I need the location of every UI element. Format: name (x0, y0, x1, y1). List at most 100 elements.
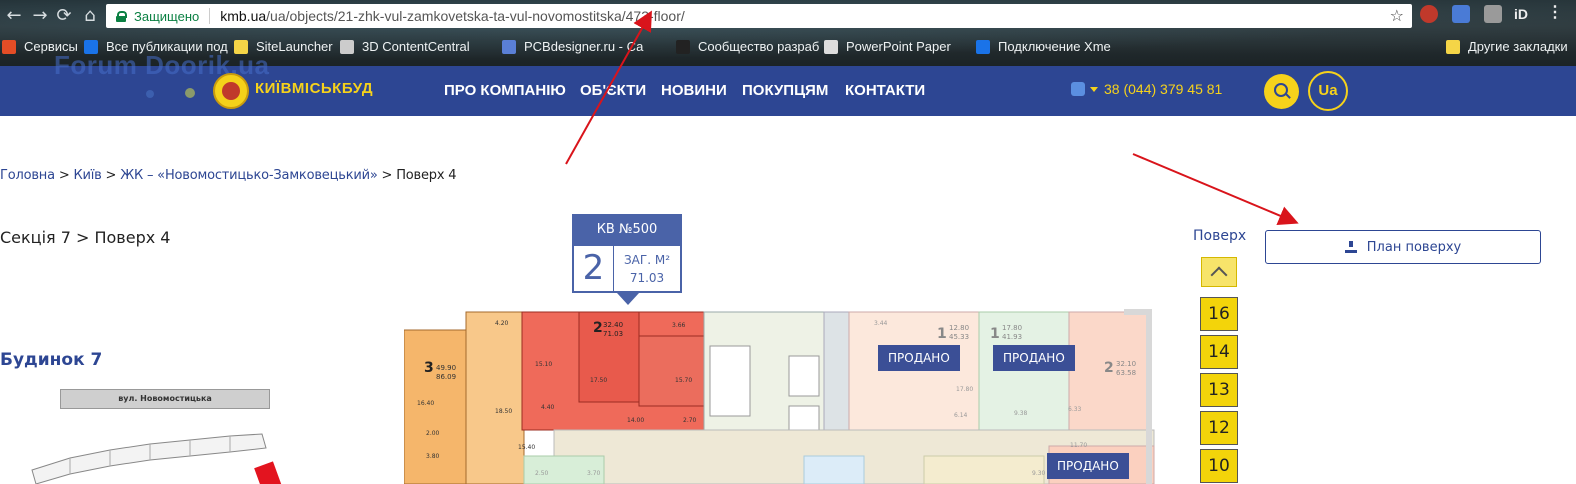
card-pointer (617, 293, 639, 305)
url-text[interactable]: kmb.ua/ua/objects/21-zhk-vul-zamkovetska… (220, 8, 685, 24)
bookmark-item[interactable]: 3D ContentCentral (340, 39, 470, 54)
breadcrumb-city[interactable]: Київ (73, 168, 101, 183)
bookmark-item[interactable]: PowerPoint Paper (824, 39, 951, 54)
plan-unit-area: 12.80 (949, 324, 970, 332)
forward-icon[interactable]: → (28, 4, 52, 28)
room-area: 6.14 (954, 412, 968, 419)
logo-icon[interactable] (213, 73, 249, 109)
bookmark-label: Другие закладки (1468, 39, 1568, 54)
floor-button[interactable]: 14 (1200, 335, 1238, 369)
room-area: 16.40 (417, 400, 435, 407)
decor-dot (146, 90, 154, 98)
phone-dropdown[interactable]: 38 (044) 379 45 81 (1071, 81, 1222, 97)
room-area: 2.00 (426, 430, 440, 437)
lock-icon (116, 10, 127, 22)
search-icon[interactable] (1264, 74, 1299, 109)
sold-badge: ПРОДАНО (878, 345, 960, 371)
floor-plan-download-label: План поверху (1366, 239, 1462, 255)
room-area: 9.30 (1032, 470, 1046, 477)
logo-text[interactable]: КИЇВМІСЬКБУД (255, 80, 373, 97)
bookmark-item[interactable]: PCBdesigner.ru - Са (502, 39, 643, 54)
apartment-card[interactable]: КВ №500 2 ЗАГ. М² 71.03 (572, 214, 682, 305)
bookmark-star-icon[interactable]: ☆ (1390, 6, 1404, 25)
floor-button[interactable]: 13 (1200, 373, 1238, 407)
room-area: 3.70 (587, 470, 601, 477)
floor-button[interactable]: 10 (1200, 449, 1238, 483)
chevron-down-icon (1090, 86, 1098, 92)
bookmark-favicon-icon (976, 39, 990, 54)
floor-plan[interactable]: 3 49.90 86.09 2 32.40 71.03 1 12.80 45.3… (404, 306, 1156, 484)
chevron-up-icon[interactable] (1201, 257, 1237, 287)
divider (209, 8, 211, 24)
breadcrumb-separator: > (105, 168, 117, 183)
extension-id-icon[interactable]: iD (1514, 5, 1532, 23)
decor-dot (185, 88, 195, 98)
nav-about[interactable]: ПРО КОМПАНІЮ (444, 82, 566, 99)
plan-unit-rooms: 2 (1104, 360, 1114, 376)
plan-unit-rooms: 2 (593, 320, 603, 336)
room-area: 3.80 (426, 453, 440, 460)
floor-plan-download-button[interactable]: План поверху (1265, 230, 1541, 264)
room-area: 15.70 (675, 377, 693, 384)
browser-window: { "browser": { "secure_label": "Защищено… (0, 0, 1576, 484)
room-area: 15.40 (518, 444, 536, 451)
bookmark-label: PCBdesigner.ru - Са (524, 39, 644, 54)
section-path: Секція 7 > Поверх 4 (0, 228, 171, 247)
street-label: вул. Новомостицька (60, 389, 270, 409)
room-area: 17.80 (956, 386, 974, 393)
address-bar[interactable]: Защищено kmb.ua/ua/objects/21-zhk-vul-za… (106, 4, 1412, 28)
floor-plan-drawing (404, 306, 1156, 484)
bookmark-favicon-icon (676, 39, 690, 54)
bookmark-label: PowerPoint Paper (846, 39, 951, 54)
room-area: 15.10 (535, 361, 553, 368)
room-area: 17.50 (590, 377, 608, 384)
site-map[interactable] (30, 430, 290, 484)
nav-contacts[interactable]: КОНТАКТИ (845, 82, 925, 99)
home-icon[interactable]: ⌂ (78, 4, 102, 28)
apartment-card-body: 2 ЗАГ. М² 71.03 (572, 246, 682, 293)
breadcrumb-home[interactable]: Головна (0, 168, 55, 183)
room-area: 11.70 (1070, 442, 1088, 449)
url-host: kmb.ua (220, 8, 267, 24)
extension-adblock-icon[interactable] (1420, 5, 1438, 23)
extension-shield-icon[interactable] (1452, 5, 1470, 23)
room-area: 3.66 (672, 322, 686, 329)
building-title: Будинок 7 (0, 350, 103, 370)
menu-icon[interactable]: ⋮ (1546, 5, 1564, 23)
apps-icon (2, 39, 16, 54)
phone-icon (1071, 82, 1085, 96)
floor-button[interactable]: 16 (1200, 297, 1238, 331)
plan-unit-area: 86.09 (436, 373, 457, 381)
area-value: 71.03 (629, 271, 665, 285)
language-switch[interactable]: Ua (1308, 71, 1348, 111)
room-area: 4.20 (495, 320, 509, 327)
bookmark-favicon-icon (824, 39, 838, 54)
plan-unit-area: 17.80 (1002, 324, 1023, 332)
room-area: 6.33 (1068, 406, 1082, 413)
floor-button[interactable]: 12 (1200, 411, 1238, 445)
nav-news[interactable]: НОВИНИ (661, 82, 727, 99)
bookmark-label: 3D ContentCentral (362, 39, 470, 54)
bookmark-item[interactable]: Подключение Xme (976, 39, 1111, 54)
reload-icon[interactable]: ⟳ (52, 4, 76, 28)
other-bookmarks[interactable]: Другие закладки (1446, 39, 1568, 54)
back-icon[interactable]: ← (2, 4, 26, 28)
breadcrumb-current: Поверх 4 (396, 168, 457, 183)
url-path: /ua/objects/21-zhk-vul-zamkovetska-ta-vu… (266, 8, 685, 24)
plan-unit-rooms: 3 (424, 360, 434, 376)
room-area: 18.50 (495, 408, 513, 415)
extension-pdf-icon[interactable] (1484, 5, 1502, 23)
bookmark-item[interactable]: Сообщество разраб (676, 39, 819, 54)
breadcrumb: Головна > Київ > ЖК – «Новомостицько-Зам… (0, 168, 457, 183)
breadcrumb-complex[interactable]: ЖК – «Новомостицько-Замковецький» (120, 168, 378, 183)
folder-icon (1446, 39, 1460, 54)
breadcrumb-separator: > (58, 168, 70, 183)
nav-objects[interactable]: ОБ'ЄКТИ (580, 82, 646, 99)
secure-label: Защищено (134, 8, 200, 24)
plan-unit-area: 32.40 (603, 321, 624, 329)
download-icon (1344, 241, 1357, 253)
room-area: 14.00 (627, 417, 645, 424)
breadcrumb-separator: > (381, 168, 393, 183)
nav-buyers[interactable]: ПОКУПЦЯМ (742, 82, 828, 99)
plan-unit-area: 49.90 (436, 364, 457, 372)
